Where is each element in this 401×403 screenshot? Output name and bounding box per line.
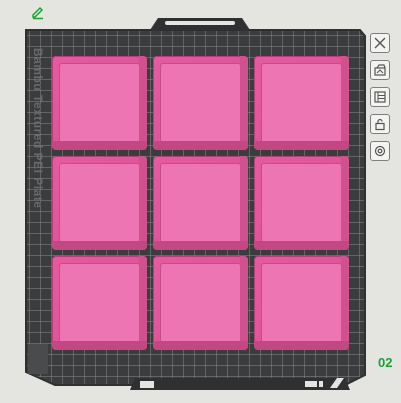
plate-settings-button[interactable] [370, 141, 390, 161]
arrange-icon [374, 91, 386, 103]
settings-icon [374, 145, 386, 157]
auto-orient-icon [374, 64, 386, 76]
bin-cell [254, 256, 349, 350]
plate-type-label: Bambu Textured PEI Plate [31, 48, 45, 209]
auto-orient-button[interactable] [370, 60, 390, 80]
bin-cell [254, 156, 349, 250]
bin-cell [153, 156, 248, 250]
lock-plate-button[interactable] [370, 114, 390, 134]
gridfinity-bin-model[interactable] [48, 52, 353, 354]
bin-cell [52, 156, 147, 250]
bin-cell [153, 56, 248, 150]
bin-cell [52, 256, 147, 350]
bin-cell [52, 56, 147, 150]
bin-cell [254, 56, 349, 150]
arrange-button[interactable] [370, 87, 390, 107]
bin-cell [153, 256, 248, 350]
plate-number: 02 [378, 355, 393, 370]
close-icon [374, 37, 386, 49]
plate-toolbar [370, 33, 392, 161]
lock-icon [375, 118, 385, 131]
delete-plate-button[interactable] [370, 33, 390, 53]
build-plate: Bambu Textured PEI Plate [0, 0, 401, 403]
